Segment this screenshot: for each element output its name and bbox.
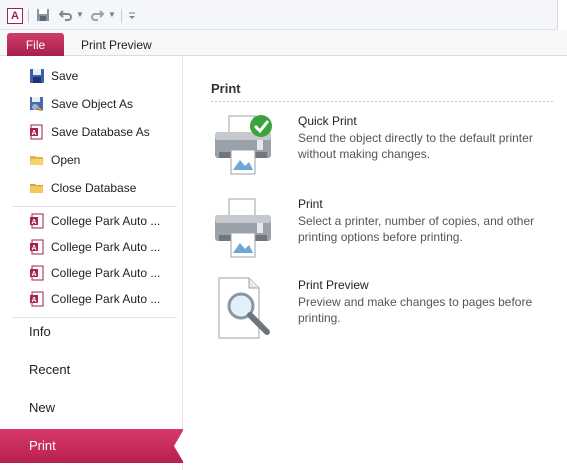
tab-file[interactable]: File — [7, 33, 64, 57]
print-pane: Print Quick Print Send the object direct… — [184, 56, 567, 470]
recent-file-4[interactable]: A College Park Auto ... — [0, 286, 183, 312]
recent-file-1[interactable]: A College Park Auto ... — [0, 208, 183, 234]
open-folder-icon — [29, 152, 45, 168]
section-divider — [211, 101, 554, 102]
save-icon — [29, 68, 45, 84]
print-preview-icon — [211, 276, 281, 346]
print-description: Select a printer, number of copies, and … — [298, 214, 535, 244]
svg-text:A: A — [31, 271, 36, 278]
nav-recent-label: Recent — [29, 362, 71, 377]
print-preview-description: Preview and make changes to pages before… — [298, 295, 533, 325]
print-option[interactable]: Print Select a printer, number of copies… — [211, 195, 561, 267]
nav-save-object-as[interactable]: Save Object As — [0, 91, 183, 117]
save-database-as-icon: A — [29, 124, 45, 140]
nav-save-object-as-label: Save Object As — [51, 97, 134, 111]
recent-file-2[interactable]: A College Park Auto ... — [0, 234, 183, 260]
svg-text:A: A — [31, 130, 36, 137]
toolbar-separator — [121, 9, 122, 23]
quick-access-toolbar: A ▼ ▼ — [0, 0, 567, 30]
nav-save[interactable]: Save — [0, 63, 183, 89]
nav-save-label: Save — [51, 69, 79, 83]
recent-file-3[interactable]: A College Park Auto ... — [0, 260, 183, 286]
nav-save-database-as-label: Save Database As — [51, 125, 150, 139]
svg-text:A: A — [31, 245, 36, 252]
recent-file-label: College Park Auto ... — [51, 214, 161, 228]
undo-dropdown-icon[interactable]: ▼ — [76, 10, 84, 19]
access-database-icon: A — [29, 213, 45, 229]
quick-print-title: Quick Print — [298, 114, 357, 128]
toolbar-separator — [28, 9, 29, 23]
customize-qat-icon[interactable] — [124, 8, 140, 24]
print-preview-title: Print Preview — [298, 278, 369, 292]
backstage-nav: Save Save Object As A Save Database As O… — [0, 56, 184, 470]
quick-print-description: Send the object directly to the default … — [298, 131, 533, 161]
access-app-icon[interactable]: A — [7, 8, 23, 24]
redo-dropdown-icon[interactable]: ▼ — [108, 10, 116, 19]
recent-file-label: College Park Auto ... — [51, 292, 161, 306]
ribbon-tabs: File Print Preview — [0, 30, 567, 57]
svg-text:A: A — [31, 219, 36, 226]
svg-text:A: A — [31, 297, 36, 304]
nav-new[interactable]: New — [0, 391, 183, 425]
nav-open[interactable]: Open — [0, 147, 183, 173]
save-icon[interactable] — [35, 8, 51, 24]
section-title: Print — [211, 81, 241, 96]
nav-info[interactable]: Info — [0, 315, 183, 349]
nav-print-label: Print — [29, 438, 56, 453]
access-database-icon: A — [29, 291, 45, 307]
nav-save-database-as[interactable]: A Save Database As — [0, 119, 183, 145]
save-object-as-icon — [29, 96, 45, 112]
print-preview-option[interactable]: Print Preview Preview and make changes t… — [211, 276, 561, 348]
nav-close-database[interactable]: Close Database — [0, 175, 183, 201]
quick-print-option[interactable]: Quick Print Send the object directly to … — [211, 112, 561, 184]
nav-print[interactable]: Print — [0, 429, 184, 463]
access-database-icon: A — [29, 239, 45, 255]
nav-recent[interactable]: Recent — [0, 353, 183, 387]
redo-icon[interactable] — [89, 8, 105, 24]
nav-divider — [12, 206, 177, 207]
window-frame-edge — [557, 0, 567, 30]
undo-icon[interactable] — [58, 8, 74, 24]
tab-print-preview[interactable]: Print Preview — [81, 38, 152, 52]
quick-print-icon — [211, 112, 281, 182]
nav-close-database-label: Close Database — [51, 181, 137, 195]
close-database-icon — [29, 180, 45, 196]
nav-new-label: New — [29, 400, 56, 415]
access-database-icon: A — [29, 265, 45, 281]
nav-open-label: Open — [51, 153, 81, 167]
print-title: Print — [298, 197, 323, 211]
recent-file-label: College Park Auto ... — [51, 266, 161, 280]
printer-icon — [211, 195, 281, 265]
recent-file-label: College Park Auto ... — [51, 240, 161, 254]
nav-info-label: Info — [29, 324, 51, 339]
